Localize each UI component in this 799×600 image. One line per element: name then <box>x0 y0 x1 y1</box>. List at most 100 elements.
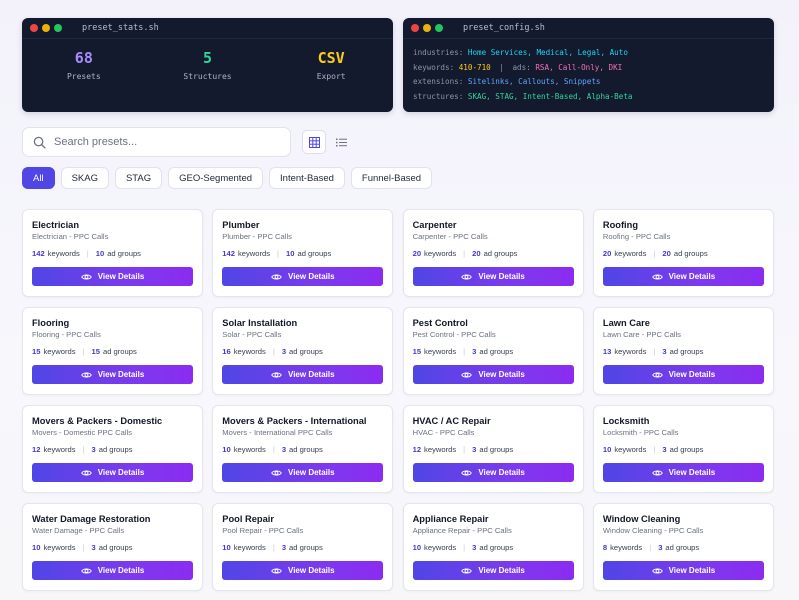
preset-card[interactable]: Carpenter Carpenter - PPC Calls 20 keywo… <box>402 209 584 297</box>
ad-group-count: 3 <box>662 445 667 454</box>
meta-separator: | <box>272 445 275 454</box>
config-value: RSA, Call-Only, DKI <box>535 62 623 72</box>
ad-group-count: 3 <box>658 543 663 552</box>
view-details-label: View Details <box>97 272 145 281</box>
ad-group-label: ad groups <box>289 543 323 552</box>
view-details-button[interactable]: View Details <box>222 267 384 286</box>
preset-meta: 15 keywords | 3 ad groups <box>413 347 574 356</box>
preset-card[interactable]: Electrician Electrician - PPC Calls 142 … <box>22 209 203 297</box>
preset-card[interactable]: Movers & Packers - International Movers … <box>212 405 394 493</box>
ad-group-label: ad groups <box>289 347 323 356</box>
search-input[interactable] <box>54 136 274 148</box>
config-key: keywords: <box>413 62 455 72</box>
view-details-button[interactable]: View Details <box>222 463 384 482</box>
view-details-button[interactable]: View Details <box>602 463 764 482</box>
preset-meta: 12 keywords | 3 ad groups <box>413 445 574 454</box>
filter-chip-all[interactable]: All <box>22 167 55 189</box>
ad-group-count: 3 <box>662 347 667 356</box>
preset-card[interactable]: Roofing Roofing - PPC Calls 20 keywords … <box>592 209 774 297</box>
keyword-count: 13 <box>602 347 612 356</box>
view-details-button[interactable]: View Details <box>412 267 574 286</box>
eye-icon <box>80 469 92 476</box>
view-details-button[interactable]: View Details <box>32 365 193 384</box>
config-extensions-line: extensions: Sitelinks, Callouts, Snippet… <box>413 75 774 90</box>
view-details-button[interactable]: View Details <box>222 365 384 384</box>
keyword-count: 10 <box>602 445 612 454</box>
view-details-button[interactable]: View Details <box>412 463 574 482</box>
view-details-label: View Details <box>97 566 145 575</box>
list-view-button[interactable] <box>329 130 353 154</box>
config-terminal-panel: preset_config.sh industries: Home Servic… <box>403 18 774 112</box>
preset-card[interactable]: HVAC / AC Repair HVAC - PPC Calls 12 key… <box>402 405 584 493</box>
search-box[interactable] <box>22 127 291 157</box>
view-details-button[interactable]: View Details <box>602 267 764 286</box>
grid-view-button[interactable] <box>302 130 326 154</box>
preset-card[interactable]: Locksmith Locksmith - PPC Calls 10 keywo… <box>592 405 774 493</box>
preset-subtitle: Movers - International PPC Calls <box>222 428 333 437</box>
view-details-label: View Details <box>668 370 716 379</box>
keyword-count: 10 <box>222 445 231 454</box>
preset-card[interactable]: Water Damage Restoration Water Damage - … <box>22 503 203 591</box>
preset-title: Locksmith <box>602 416 650 426</box>
filter-chip-stag[interactable]: STAG <box>114 167 163 189</box>
view-details-button[interactable]: View Details <box>412 561 574 580</box>
preset-title: Lawn Care <box>602 318 650 328</box>
ad-group-count: 3 <box>281 445 287 454</box>
keyword-label: keywords <box>424 445 457 454</box>
preset-subtitle: Pest Control - PPC Calls <box>412 330 496 339</box>
eye-icon <box>651 371 663 378</box>
keyword-count: 8 <box>602 543 608 552</box>
eye-icon <box>271 469 282 476</box>
view-details-button[interactable]: View Details <box>222 561 384 580</box>
maximize-dot-icon <box>435 24 443 32</box>
config-value: Sitelinks, Callouts, Snippets <box>467 77 601 86</box>
filter-chip-geo-segmented[interactable]: GEO-Segmented <box>168 167 264 189</box>
view-details-button[interactable]: View Details <box>32 561 193 580</box>
filter-chip-intent-based[interactable]: Intent-Based <box>269 167 345 189</box>
preset-card[interactable]: Lawn Care Lawn Care - PPC Calls 13 keywo… <box>592 307 774 395</box>
view-details-button[interactable]: View Details <box>602 561 764 580</box>
eye-icon <box>80 273 92 280</box>
keyword-label: keywords <box>424 347 457 356</box>
keyword-label: keywords <box>614 445 647 454</box>
preset-card[interactable]: Flooring Flooring - PPC Calls 15 keyword… <box>22 307 203 395</box>
preset-card[interactable]: Plumber Plumber - PPC Calls 142 keywords… <box>212 209 394 297</box>
preset-title: Plumber <box>222 220 260 230</box>
preset-card[interactable]: Solar Installation Solar - PPC Calls 16 … <box>212 307 394 395</box>
meta-separator: | <box>463 543 466 552</box>
view-details-button[interactable]: View Details <box>602 365 764 384</box>
config-key: ads: <box>512 62 531 72</box>
meta-separator: | <box>277 249 280 258</box>
keyword-label: keywords <box>43 543 76 552</box>
preset-card[interactable]: Pool Repair Pool Repair - PPC Calls 10 k… <box>212 503 394 591</box>
view-details-button[interactable]: View Details <box>412 365 574 384</box>
view-details-label: View Details <box>668 566 716 575</box>
filter-chips: All SKAG STAG GEO-Segmented Intent-Based… <box>22 167 433 189</box>
terminal-title: preset_config.sh <box>463 23 545 33</box>
view-details-button[interactable]: View Details <box>32 463 193 482</box>
preset-grid: Electrician Electrician - PPC Calls 142 … <box>22 209 774 591</box>
ad-group-count: 10 <box>95 249 105 258</box>
config-separator: | <box>499 62 504 72</box>
meta-separator: | <box>272 543 275 552</box>
keyword-label: keywords <box>233 445 266 454</box>
meta-separator: | <box>272 347 275 356</box>
preset-subtitle: Carpenter - PPC Calls <box>412 232 488 241</box>
preset-card[interactable]: Window Cleaning Window Cleaning - PPC Ca… <box>592 503 774 591</box>
preset-title: Solar Installation <box>222 318 298 328</box>
filter-chip-funnel-based[interactable]: Funnel-Based <box>350 167 433 189</box>
preset-card[interactable]: Pest Control Pest Control - PPC Calls 15… <box>402 307 584 395</box>
filter-chip-skag[interactable]: SKAG <box>60 167 109 189</box>
ad-group-label: ad groups <box>665 543 700 552</box>
view-details-button[interactable]: View Details <box>32 267 193 286</box>
preset-meta: 10 keywords | 3 ad groups <box>222 543 383 552</box>
config-value: 410-710 <box>458 62 491 72</box>
meta-separator: | <box>463 249 466 258</box>
view-details-label: View Details <box>288 370 335 379</box>
keyword-label: keywords <box>47 249 80 258</box>
preset-card[interactable]: Appliance Repair Appliance Repair - PPC … <box>402 503 584 591</box>
preset-subtitle: Roofing - PPC Calls <box>602 232 671 241</box>
preset-meta: 12 keywords | 3 ad groups <box>32 445 193 454</box>
preset-card[interactable]: Movers & Packers - Domestic Movers - Dom… <box>22 405 203 493</box>
eye-icon <box>271 567 282 574</box>
